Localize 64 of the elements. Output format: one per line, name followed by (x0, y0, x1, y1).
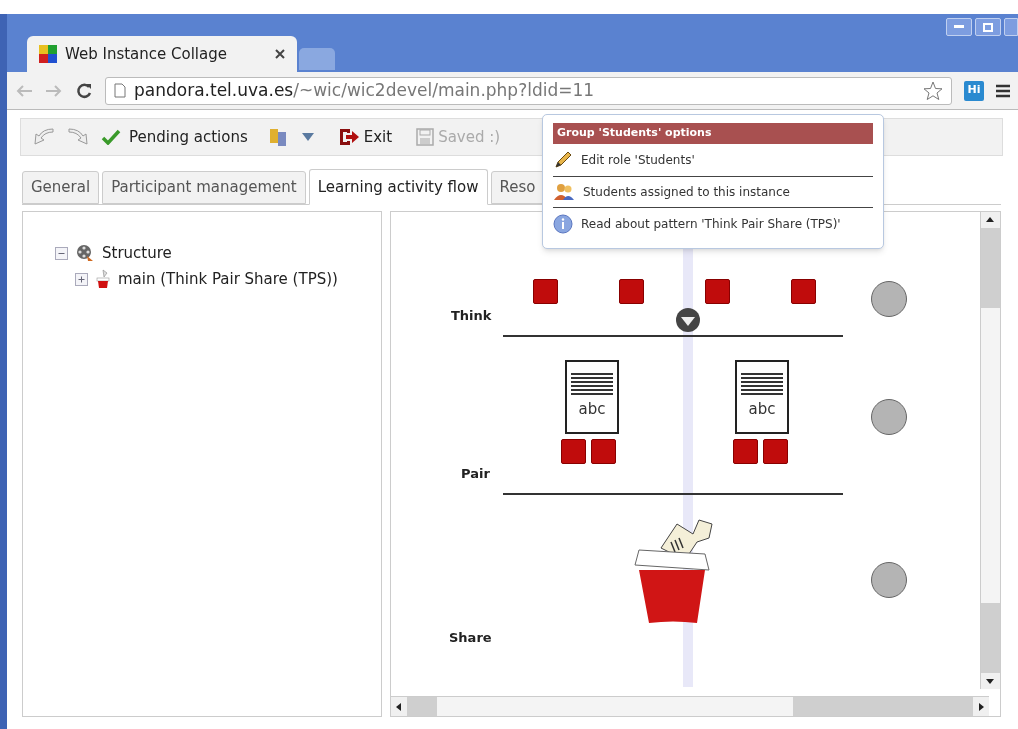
vertical-scrollbar[interactable] (980, 212, 1000, 689)
pending-actions-button[interactable]: Pending actions (101, 125, 248, 149)
browser-tab[interactable]: Web Instance Collage (27, 36, 297, 72)
phase-label: Think (451, 307, 492, 325)
popup-menu-item[interactable]: Edit role 'Students' (553, 143, 873, 177)
page-tab[interactable]: Reso (490, 171, 545, 204)
tree-item[interactable]: Structure (102, 241, 172, 265)
tab-title: Web Instance Collage (65, 43, 227, 65)
dropdown-caret-icon[interactable] (301, 133, 314, 141)
exit-button[interactable]: Exit (337, 125, 393, 149)
group-square[interactable] (591, 439, 616, 464)
popup-title: Group 'Students' options (553, 123, 873, 144)
page-tab[interactable]: Learning activity flow (308, 169, 488, 205)
horizontal-scrollbar[interactable] (391, 696, 989, 716)
url-text: pandora.tel.uva.es/~wic/wic2devel/main.php?ldid=11 (134, 78, 595, 102)
close-icon[interactable] (275, 49, 285, 59)
popup-menu-item[interactable]: Students assigned to this instance (553, 176, 873, 208)
document-label: abc (748, 399, 776, 420)
info-icon (553, 213, 573, 234)
scroll-thumb[interactable] (437, 697, 793, 716)
down-arrow-button-icon[interactable] (675, 307, 701, 333)
group-square[interactable] (533, 279, 558, 304)
minimize-icon (954, 25, 964, 29)
film-reel-icon (76, 244, 94, 262)
people-icon (553, 182, 575, 201)
extension-badge[interactable]: Hi (964, 80, 984, 101)
tree-item[interactable]: main (Think Pair Share (TPS)) (118, 267, 338, 291)
maximize-button[interactable] (975, 18, 1001, 36)
document-label: abc (578, 399, 606, 420)
pencil-icon (553, 149, 573, 170)
maximize-icon (983, 22, 993, 32)
expander-toggle[interactable] (55, 246, 68, 260)
phase-label: Share (449, 629, 492, 647)
plus-icon (77, 274, 86, 284)
expander-toggle[interactable] (75, 272, 88, 286)
page-tab[interactable]: General (22, 171, 100, 204)
text-lines-icon (741, 372, 783, 396)
group-square[interactable] (619, 279, 644, 304)
document-card[interactable]: abc (565, 360, 619, 434)
exit-door-icon (337, 127, 360, 147)
ballot-box-icon (96, 269, 110, 289)
text-lines-icon (571, 372, 613, 396)
group-square[interactable] (763, 439, 788, 464)
document-card[interactable]: abc (735, 360, 789, 434)
address-field[interactable]: pandora.tel.uva.es/~wic/wic2devel/main.php?ldid=11 (105, 76, 952, 105)
group-square[interactable] (733, 439, 758, 464)
reload-icon[interactable] (75, 81, 93, 100)
back-arrow-icon[interactable] (15, 83, 33, 98)
popup-menu-item[interactable]: Read about pattern 'Think Pair Share (TPS)' (553, 207, 873, 240)
page-icon (114, 83, 126, 98)
close-window-button[interactable] (1004, 18, 1018, 36)
group-square[interactable] (791, 279, 816, 304)
scroll-thumb[interactable] (981, 308, 1000, 603)
phase-label: Pair (461, 465, 490, 483)
puzzle-logo-icon (39, 45, 57, 63)
redo-arrow-icon[interactable] (67, 128, 89, 146)
menu-icon[interactable] (996, 83, 1010, 98)
forward-arrow-icon[interactable] (45, 83, 63, 98)
checkmark-icon (101, 129, 121, 145)
star-icon[interactable] (923, 80, 943, 101)
page-tab[interactable]: Participant management (102, 171, 306, 204)
minimize-button[interactable] (946, 18, 972, 36)
undo-arrow-icon[interactable] (33, 128, 55, 146)
group-square[interactable] (561, 439, 586, 464)
